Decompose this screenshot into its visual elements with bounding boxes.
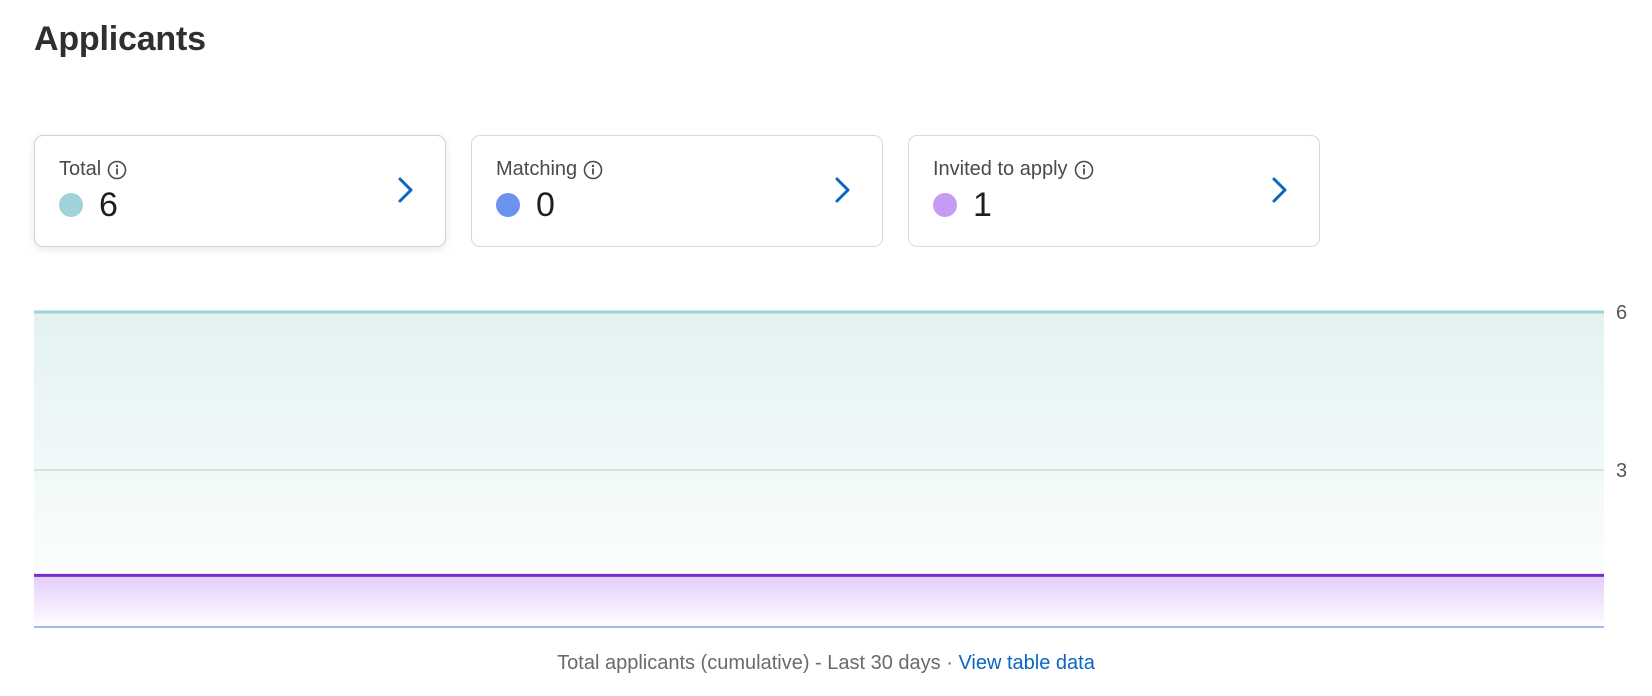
card-label-row: Matching (496, 158, 603, 181)
card-label: Total (59, 158, 102, 180)
card-label-row: Invited to apply (933, 158, 1094, 181)
invited-area-fill (34, 575, 1604, 628)
legend-dot-total (59, 193, 83, 217)
stat-cards: Total 6 Matching 0 Invited to apply 1 (34, 135, 1320, 247)
legend-dot-matching (496, 193, 520, 217)
applicants-page: Applicants Total 6 Matching 0 Invited to… (0, 0, 1652, 696)
applicants-area-chart: 63 (34, 302, 1627, 628)
card-value-row: 0 (496, 188, 555, 222)
legend-dot-invited (933, 193, 957, 217)
info-icon[interactable] (107, 160, 127, 180)
page-title: Applicants (34, 20, 206, 58)
card-total[interactable]: Total 6 (34, 135, 446, 247)
card-value-row: 6 (59, 188, 118, 222)
card-value-row: 1 (933, 188, 992, 222)
chart-footer: Total applicants (cumulative) - Last 30 … (0, 652, 1652, 675)
chart-caption: Total applicants (cumulative) - Last 30 … (557, 652, 959, 674)
chevron-right-icon[interactable] (1269, 174, 1291, 206)
card-invited-to-apply[interactable]: Invited to apply 1 (908, 135, 1320, 247)
card-value: 0 (536, 186, 555, 224)
card-value: 6 (99, 186, 118, 224)
card-label: Matching (496, 158, 578, 180)
chevron-right-icon[interactable] (395, 174, 417, 206)
card-label-row: Total (59, 158, 127, 181)
info-icon[interactable] (1074, 160, 1094, 180)
card-matching[interactable]: Matching 0 (471, 135, 883, 247)
chevron-right-icon[interactable] (832, 174, 854, 206)
y-tick-label-6: 6 (1616, 302, 1627, 324)
card-value: 1 (973, 186, 992, 224)
card-label: Invited to apply (933, 158, 1068, 180)
info-icon[interactable] (583, 160, 603, 180)
view-table-data-link[interactable]: View table data (958, 652, 1094, 674)
y-tick-label-3: 3 (1616, 460, 1627, 482)
